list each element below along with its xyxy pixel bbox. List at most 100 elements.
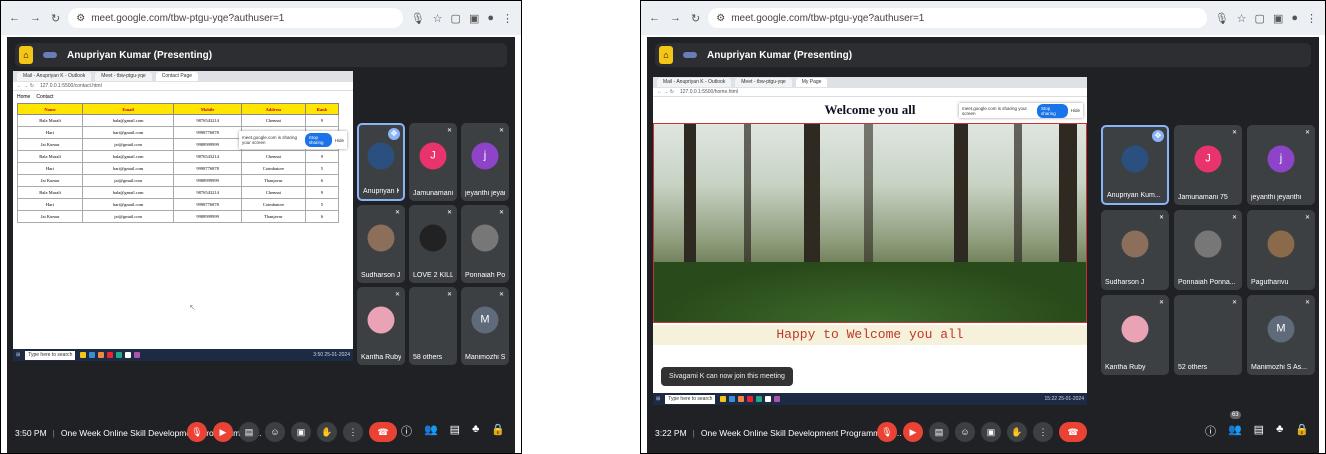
- address-bar[interactable]: ⚙ meet.google.com/tbw-ptgu-yqe?authuser=…: [708, 8, 1207, 28]
- shared-address-bar[interactable]: ← → ↻ 127.0.0.1:5500/contact.html: [13, 82, 353, 91]
- participant-tile[interactable]: ✕ 52 others: [1174, 295, 1242, 375]
- back-icon[interactable]: ←: [649, 12, 660, 25]
- app-icon[interactable]: [89, 352, 96, 358]
- activities-icon[interactable]: ♣: [1276, 423, 1283, 439]
- participant-tile[interactable]: ✥ Anupriyan Kum...: [357, 123, 405, 201]
- taskbar-search[interactable]: Type here to search: [665, 394, 716, 404]
- participant-tile[interactable]: ✕ Pagutharivu: [1247, 210, 1315, 290]
- taskbar-search[interactable]: Type here to search: [25, 350, 76, 360]
- people-icon[interactable]: 👥: [424, 423, 438, 439]
- shared-tab[interactable]: My Page: [795, 78, 828, 87]
- site-info-icon[interactable]: ⚙: [716, 13, 725, 24]
- participant-tile[interactable]: M ✕ Manimozhi S As...: [461, 287, 509, 365]
- app-icon[interactable]: [134, 352, 141, 358]
- profile-icon[interactable]: ●: [487, 12, 494, 25]
- menu-icon[interactable]: ⋮: [502, 12, 513, 25]
- leave-call-button[interactable]: ☎: [369, 422, 397, 442]
- app-icon[interactable]: [738, 396, 745, 402]
- address-bar[interactable]: ⚙ meet.google.com/tbw-ptgu-yqe?authuser=…: [68, 8, 403, 28]
- people-icon[interactable]: 👥 63: [1228, 411, 1242, 439]
- camera-toggle-button[interactable]: ▶: [213, 422, 233, 442]
- present-button[interactable]: ▣: [981, 422, 1001, 442]
- app-icon[interactable]: [729, 396, 736, 402]
- mic-icon[interactable]: 🎙: [1215, 12, 1229, 25]
- app-icon[interactable]: [720, 396, 727, 402]
- windows-start-icon[interactable]: ⊞: [16, 352, 20, 358]
- app-icon[interactable]: [747, 396, 754, 402]
- shared-screen[interactable]: Mail - Anupriyan K - Outlook Meet - tbw-…: [653, 77, 1087, 405]
- reload-icon[interactable]: ↻: [51, 12, 60, 25]
- shared-tab[interactable]: Meet - tbw-ptgu-yqe: [95, 72, 152, 81]
- present-button[interactable]: ▣: [291, 422, 311, 442]
- participant-tile[interactable]: j ✕ jeyanthi jeyanthi: [461, 123, 509, 201]
- pin-icon[interactable]: ✥: [1152, 130, 1164, 142]
- profile-icon[interactable]: ●: [1291, 12, 1298, 25]
- pin-icon[interactable]: ✥: [388, 128, 400, 140]
- info-icon[interactable]: ⓘ: [1205, 423, 1216, 439]
- captions-button[interactable]: ▤: [239, 422, 259, 442]
- star-icon[interactable]: ☆: [433, 12, 443, 25]
- mic-toggle-button[interactable]: 🎙: [187, 422, 207, 442]
- chat-icon[interactable]: ▤: [450, 423, 460, 439]
- app-icon[interactable]: [107, 352, 114, 358]
- host-controls-icon[interactable]: 🔒: [1295, 423, 1309, 439]
- shared-screen[interactable]: Mail - Anupriyan K - Outlook Meet - tbw-…: [13, 71, 353, 361]
- extensions-icon[interactable]: ▢: [1255, 12, 1265, 25]
- app-icon[interactable]: [98, 352, 105, 358]
- shared-nav-icon[interactable]: ← → ↻: [17, 83, 34, 89]
- site-info-icon[interactable]: ⚙: [76, 13, 85, 24]
- app-icon[interactable]: [80, 352, 87, 358]
- app-icon[interactable]: [774, 396, 781, 402]
- participant-tile[interactable]: ✕ Kantha Ruby: [1101, 295, 1169, 375]
- raise-hand-button[interactable]: ✋: [1007, 422, 1027, 442]
- chat-icon[interactable]: ▤: [1254, 423, 1264, 439]
- forward-icon[interactable]: →: [670, 12, 681, 25]
- camera-toggle-button[interactable]: ▶: [903, 422, 923, 442]
- sidepanel-icon[interactable]: ▣: [1273, 12, 1283, 25]
- participant-tile[interactable]: ✥ Anupriyan Kum...: [1101, 125, 1169, 205]
- participant-tile[interactable]: ✕ LOVE 2 KILL OF...: [409, 205, 457, 283]
- menu-icon[interactable]: ⋮: [1306, 12, 1317, 25]
- participant-tile[interactable]: ✕ Sudharson J: [357, 205, 405, 283]
- emoji-button[interactable]: ☺: [265, 422, 285, 442]
- nav-contact-link[interactable]: Contact: [36, 94, 53, 100]
- stop-sharing-button[interactable]: Stop sharing: [1036, 103, 1068, 118]
- extensions-icon[interactable]: ▢: [451, 12, 461, 25]
- participant-tile[interactable]: j ✕ jeyanthi jeyanthi: [1247, 125, 1315, 205]
- hide-button[interactable]: Hide: [335, 138, 344, 143]
- app-icon[interactable]: [116, 352, 123, 358]
- nav-home-link[interactable]: Home: [17, 94, 30, 100]
- back-icon[interactable]: ←: [9, 12, 20, 25]
- participant-tile[interactable]: M ✕ Manimozhi S As...: [1247, 295, 1315, 375]
- more-options-button[interactable]: ⋮: [1033, 422, 1053, 442]
- participant-tile[interactable]: J ✕ Jamunamani 75: [1174, 125, 1242, 205]
- participant-tile[interactable]: ✕ Sudharson J: [1101, 210, 1169, 290]
- info-icon[interactable]: ⓘ: [401, 423, 412, 439]
- shared-tab[interactable]: Contact Page: [155, 72, 199, 81]
- participant-tile[interactable]: ✕ Ponnaiah Ponn...: [461, 205, 509, 283]
- raise-hand-button[interactable]: ✋: [317, 422, 337, 442]
- more-options-button[interactable]: ⋮: [343, 422, 363, 442]
- app-icon[interactable]: [765, 396, 772, 402]
- shared-tab[interactable]: Meet - tbw-ptgu-yqe: [735, 78, 792, 87]
- emoji-button[interactable]: ☺: [955, 422, 975, 442]
- shared-nav-icon[interactable]: ← → ↻: [657, 89, 674, 95]
- participant-tile[interactable]: ✕ Kantha Ruby: [357, 287, 405, 365]
- leave-call-button[interactable]: ☎: [1059, 422, 1087, 442]
- reload-icon[interactable]: ↻: [691, 12, 700, 25]
- shared-address-bar[interactable]: ← → ↻ 127.0.0.1:5500/home.html: [653, 88, 1087, 97]
- activities-icon[interactable]: ♣: [472, 423, 479, 439]
- windows-start-icon[interactable]: ⊞: [656, 396, 660, 402]
- app-icon[interactable]: [125, 352, 132, 358]
- host-controls-icon[interactable]: 🔒: [491, 423, 505, 439]
- hide-button[interactable]: Hide: [1071, 108, 1080, 113]
- participant-tile[interactable]: J ✕ Jamunamani 75: [409, 123, 457, 201]
- sidepanel-icon[interactable]: ▣: [469, 12, 479, 25]
- mic-toggle-button[interactable]: 🎙: [877, 422, 897, 442]
- mic-icon[interactable]: 🎙: [411, 12, 425, 25]
- stop-sharing-button[interactable]: Stop sharing: [304, 133, 332, 147]
- forward-icon[interactable]: →: [30, 12, 41, 25]
- shared-tab[interactable]: Mail - Anupriyan K - Outlook: [17, 72, 92, 81]
- captions-button[interactable]: ▤: [929, 422, 949, 442]
- shared-tab[interactable]: Mail - Anupriyan K - Outlook: [657, 78, 732, 87]
